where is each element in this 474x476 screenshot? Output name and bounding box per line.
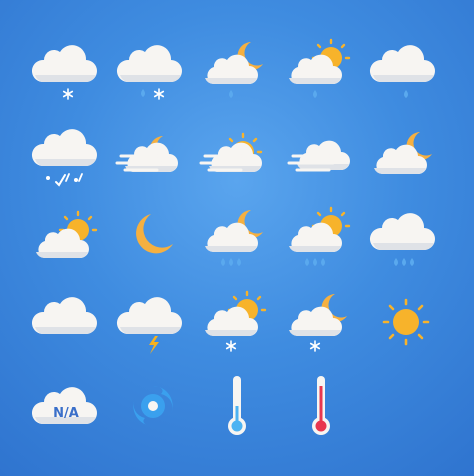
sun-fog-icon bbox=[195, 112, 279, 196]
sun-cloud-icon bbox=[26, 196, 110, 280]
moon-fog-icon bbox=[110, 112, 194, 196]
cloud-sleet-icon bbox=[110, 28, 194, 112]
moon-icon bbox=[110, 196, 194, 280]
cloud-heavy-rain-icon bbox=[364, 196, 448, 280]
moon-cloud-rain-icon bbox=[195, 28, 279, 112]
cloud-lightning-icon bbox=[110, 280, 194, 364]
moon-cloud-heavy-rain-icon bbox=[195, 196, 279, 280]
cloud-hail-mixed-icon bbox=[26, 112, 110, 196]
moon-cloud-icon bbox=[364, 112, 448, 196]
thermometer-hot-icon bbox=[279, 364, 363, 448]
na-label: N/A bbox=[53, 406, 79, 421]
cloudy-icon bbox=[26, 280, 110, 364]
hurricane-icon bbox=[110, 364, 194, 448]
cloud-snow-icon bbox=[26, 28, 110, 112]
moon-cloud-snow-icon bbox=[279, 280, 363, 364]
weather-icon-sheet: N/A bbox=[0, 0, 474, 476]
thermometer-cold-icon bbox=[195, 364, 279, 448]
sun-icon bbox=[364, 280, 448, 364]
sun-cloud-snow-icon bbox=[195, 280, 279, 364]
icon-grid: N/A bbox=[26, 28, 448, 448]
sun-cloud-heavy-rain-icon bbox=[279, 196, 363, 280]
not-available-cloud-icon: N/A bbox=[26, 364, 110, 448]
cloud-fog-icon bbox=[279, 112, 363, 196]
empty-cell bbox=[364, 364, 448, 448]
cloud-rain-icon bbox=[364, 28, 448, 112]
sun-cloud-rain-icon bbox=[279, 28, 363, 112]
